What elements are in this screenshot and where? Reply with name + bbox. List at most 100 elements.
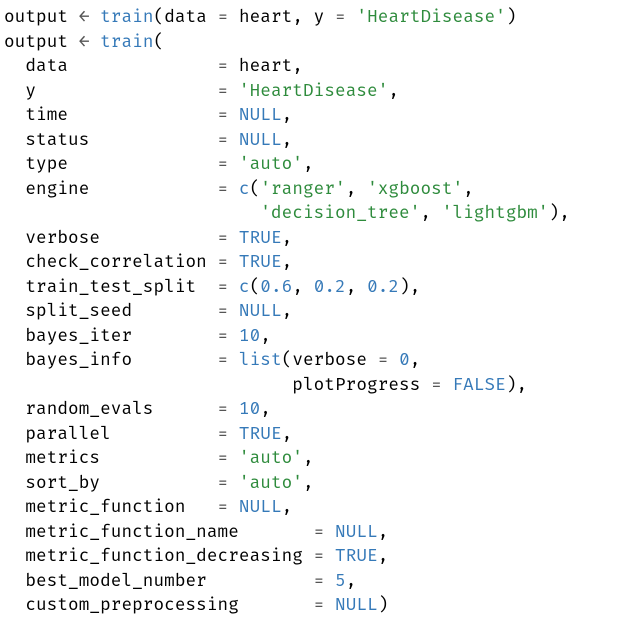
- token: ,: [282, 252, 293, 273]
- token: [324, 595, 335, 616]
- token: ,: [463, 179, 474, 200]
- token: =: [314, 522, 325, 543]
- keyword: TRUE: [239, 252, 282, 273]
- null: NULL: [335, 522, 378, 543]
- token: [228, 252, 239, 273]
- token: status: [4, 130, 218, 151]
- token: best_model_number: [4, 571, 314, 592]
- code-line-17: random_evals = 10,: [4, 399, 271, 420]
- token: [228, 179, 239, 200]
- token: ,: [388, 81, 399, 102]
- keyword: TRUE: [239, 228, 282, 249]
- token: ,: [292, 277, 313, 298]
- token: =: [218, 228, 229, 249]
- token: =: [218, 326, 229, 347]
- null: NULL: [239, 301, 282, 322]
- token: random_evals: [4, 399, 218, 420]
- null: NULL: [239, 497, 282, 518]
- code-line-14: bayes_iter = 10,: [4, 326, 271, 347]
- token: =: [218, 179, 229, 200]
- token: ),: [399, 277, 420, 298]
- token: =: [218, 130, 229, 151]
- token: [324, 571, 335, 592]
- token: =: [335, 7, 346, 28]
- code-line-6: status = NULL,: [4, 130, 292, 151]
- string: 'HeartDisease': [239, 81, 388, 102]
- code-line-25: custom_preprocessing = NULL): [4, 595, 388, 616]
- token: type: [4, 154, 218, 175]
- code-line-18: parallel = TRUE,: [4, 424, 292, 445]
- fn-call: c: [239, 277, 250, 298]
- token: bayes_info: [4, 350, 218, 371]
- token: ,: [260, 326, 271, 347]
- token: =: [314, 595, 325, 616]
- token: [324, 546, 335, 567]
- code-line-11: check_correlation = TRUE,: [4, 252, 292, 273]
- token: output: [4, 32, 79, 53]
- fn-call: c: [239, 179, 250, 200]
- token: verbose: [4, 228, 218, 249]
- token: ,: [346, 277, 367, 298]
- token: parallel: [4, 424, 218, 445]
- string: 'ranger': [260, 179, 345, 200]
- string: 'lightgbm': [442, 203, 549, 224]
- code-line-16: plotProgress = FALSE),: [4, 375, 527, 396]
- token: [388, 350, 399, 371]
- token: ,: [420, 203, 441, 224]
- token: [228, 301, 239, 322]
- token: ,: [346, 571, 357, 592]
- number: 0.2: [367, 277, 399, 298]
- token: =: [218, 277, 229, 298]
- token: [228, 399, 239, 420]
- token: (verbose: [282, 350, 378, 371]
- token: ,: [282, 105, 293, 126]
- code-block: output ← train( data = heart, y = 'HeartD…: [4, 6, 636, 619]
- token: ,: [410, 350, 421, 371]
- token: =: [218, 7, 229, 28]
- token: =: [218, 105, 229, 126]
- token: ,: [282, 424, 293, 445]
- code-line-5: time = NULL,: [4, 105, 292, 126]
- token: ,: [303, 154, 314, 175]
- fn-call: train: [100, 7, 153, 28]
- assign-op: ←: [79, 32, 90, 53]
- token: (: [154, 32, 165, 53]
- token: =: [314, 571, 325, 592]
- token: [89, 7, 100, 28]
- token: =: [218, 448, 229, 469]
- code-line-12: train_test_split = c(0.6, 0.2, 0.2),: [4, 277, 420, 298]
- string: 'auto': [239, 154, 303, 175]
- token: [228, 424, 239, 445]
- token: [228, 154, 239, 175]
- token: [324, 522, 335, 543]
- null: NULL: [335, 595, 378, 616]
- token: =: [218, 56, 229, 77]
- token: =: [314, 546, 325, 567]
- token: metrics: [4, 448, 218, 469]
- string: 'xgboost': [367, 179, 463, 200]
- token: [228, 81, 239, 102]
- token: train_test_split: [4, 277, 218, 298]
- number: 10: [239, 326, 260, 347]
- token: custom_preprocessing: [4, 595, 314, 616]
- number: 0.6: [260, 277, 292, 298]
- token: [89, 32, 100, 53]
- token: metric_function_decreasing: [4, 546, 314, 567]
- token: [228, 497, 239, 518]
- token: =: [218, 399, 229, 420]
- token: [228, 350, 239, 371]
- token: heart, y: [228, 7, 335, 28]
- token: ,: [378, 546, 389, 567]
- null: NULL: [239, 130, 282, 151]
- number: 0: [399, 350, 410, 371]
- token: data: [4, 56, 218, 77]
- token: ,: [378, 522, 389, 543]
- token: [228, 326, 239, 347]
- token: output: [4, 7, 79, 28]
- token: check_correlation: [4, 252, 218, 273]
- string: 'auto': [239, 448, 303, 469]
- number: 10: [239, 399, 260, 420]
- token: ,: [282, 301, 293, 322]
- keyword: TRUE: [335, 546, 378, 567]
- code-line-13: split_seed = NULL,: [4, 301, 292, 322]
